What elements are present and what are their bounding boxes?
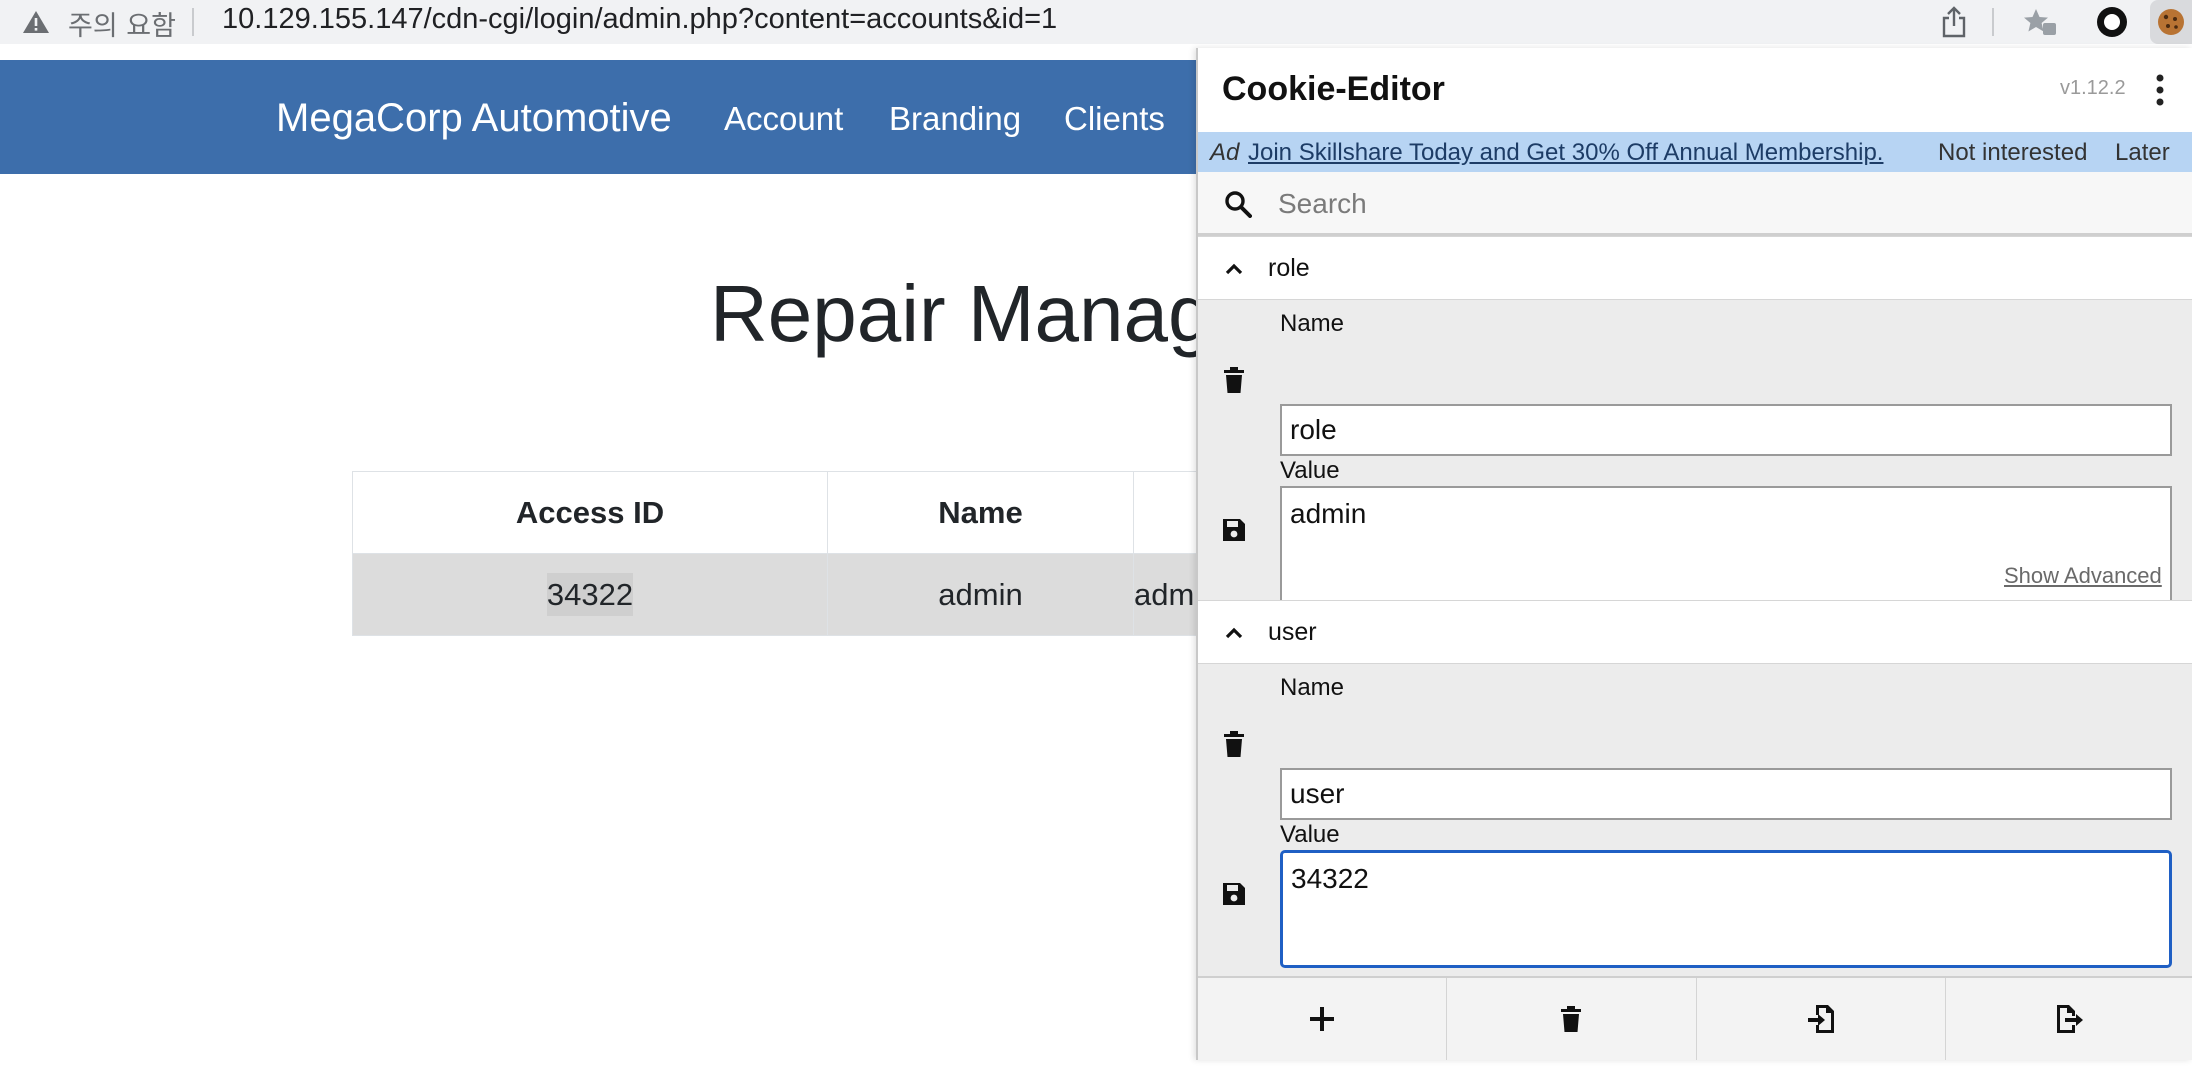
cookie-header-role[interactable]: role [1198,236,2192,300]
url-field[interactable]: 10.129.155.147/cdn-cgi/login/admin.php?c… [222,3,1057,36]
chevron-up-icon[interactable] [1224,623,1244,643]
cookie-title-role: role [1268,254,1310,282]
popup-version: v1.12.2 [2060,77,2126,99]
address-separator [192,8,194,36]
cookie-name-input-role[interactable] [1280,404,2172,456]
value-label: Value [1280,457,1340,484]
import-icon [1807,1005,1834,1033]
table-header-name: Name [827,471,1134,554]
plus-icon [1310,1007,1335,1031]
cookie-editor-popup: Cookie-Editor v1.12.2 Ad Join Skillshare… [1196,48,2192,1060]
ad-not-interested-button[interactable]: Not interested [1938,139,2087,167]
cookie-editor-extension-icon[interactable] [2150,0,2192,44]
add-cookie-button[interactable] [1198,978,1448,1060]
popup-header: Cookie-Editor v1.12.2 [1198,48,2192,132]
cookie-title-user: user [1268,618,1317,646]
security-warning-text[interactable]: 주의 요함 [68,4,176,43]
cookie-body-role: Name Value admin [1198,300,2192,604]
ad-label: Ad [1210,139,1240,166]
value-label: Value [1280,821,1340,848]
save-cookie-icon[interactable] [1222,882,1246,906]
nav-link-account[interactable]: Account [724,100,843,138]
cookie-header-user[interactable]: user [1198,600,2192,664]
delete-all-button[interactable] [1447,978,1697,1060]
popup-footer [1198,976,2192,1060]
table-header-access-id: Access ID [352,471,828,554]
extension-ring-icon[interactable] [2092,4,2132,40]
share-icon[interactable] [1936,4,1972,40]
save-cookie-icon[interactable] [1222,518,1246,542]
browser-address-bar: 주의 요함 10.129.155.147/cdn-cgi/login/admin… [0,0,2192,44]
more-options-icon[interactable] [2152,72,2168,108]
toolbar-separator [1992,8,1994,36]
show-advanced-link-role[interactable]: Show Advanced [2004,563,2162,589]
delete-cookie-icon[interactable] [1222,366,1246,394]
cookie-name-input-user[interactable] [1280,768,2172,820]
ad-banner: Ad Join Skillshare Today and Get 30% Off… [1198,132,2192,172]
nav-link-branding[interactable]: Branding [889,100,1021,138]
search-icon [1225,191,1252,218]
warning-icon[interactable] [22,9,50,35]
search-input[interactable] [1276,182,2176,226]
search-row [1198,172,2192,236]
ad-later-button[interactable]: Later [2115,139,2170,167]
export-icon [2056,1005,2083,1033]
popup-title: Cookie-Editor [1222,70,1445,108]
delete-cookie-icon[interactable] [1222,730,1246,758]
export-button[interactable] [1946,978,2192,1060]
cookie-body-user: Name Value 34322 Show Advanced [1198,664,2192,1001]
access-id-value: 34322 [546,572,634,616]
site-brand[interactable]: MegaCorp Automotive [276,96,672,141]
trash-icon [1561,1006,1582,1032]
bookmark-star-icon[interactable] [2020,4,2060,40]
nav-link-clients[interactable]: Clients [1064,100,1165,138]
table-cell-name: admin [827,553,1134,636]
name-label: Name [1280,310,1345,337]
name-label: Name [1280,674,1345,701]
ad-link[interactable]: Join Skillshare Today and Get 30% Off An… [1248,139,1883,167]
table-cell-access-id: 34322 [352,553,828,636]
cookie-value-input-user[interactable]: 34322 [1280,850,2172,968]
import-button[interactable] [1697,978,1946,1060]
chevron-up-icon[interactable] [1224,259,1244,279]
